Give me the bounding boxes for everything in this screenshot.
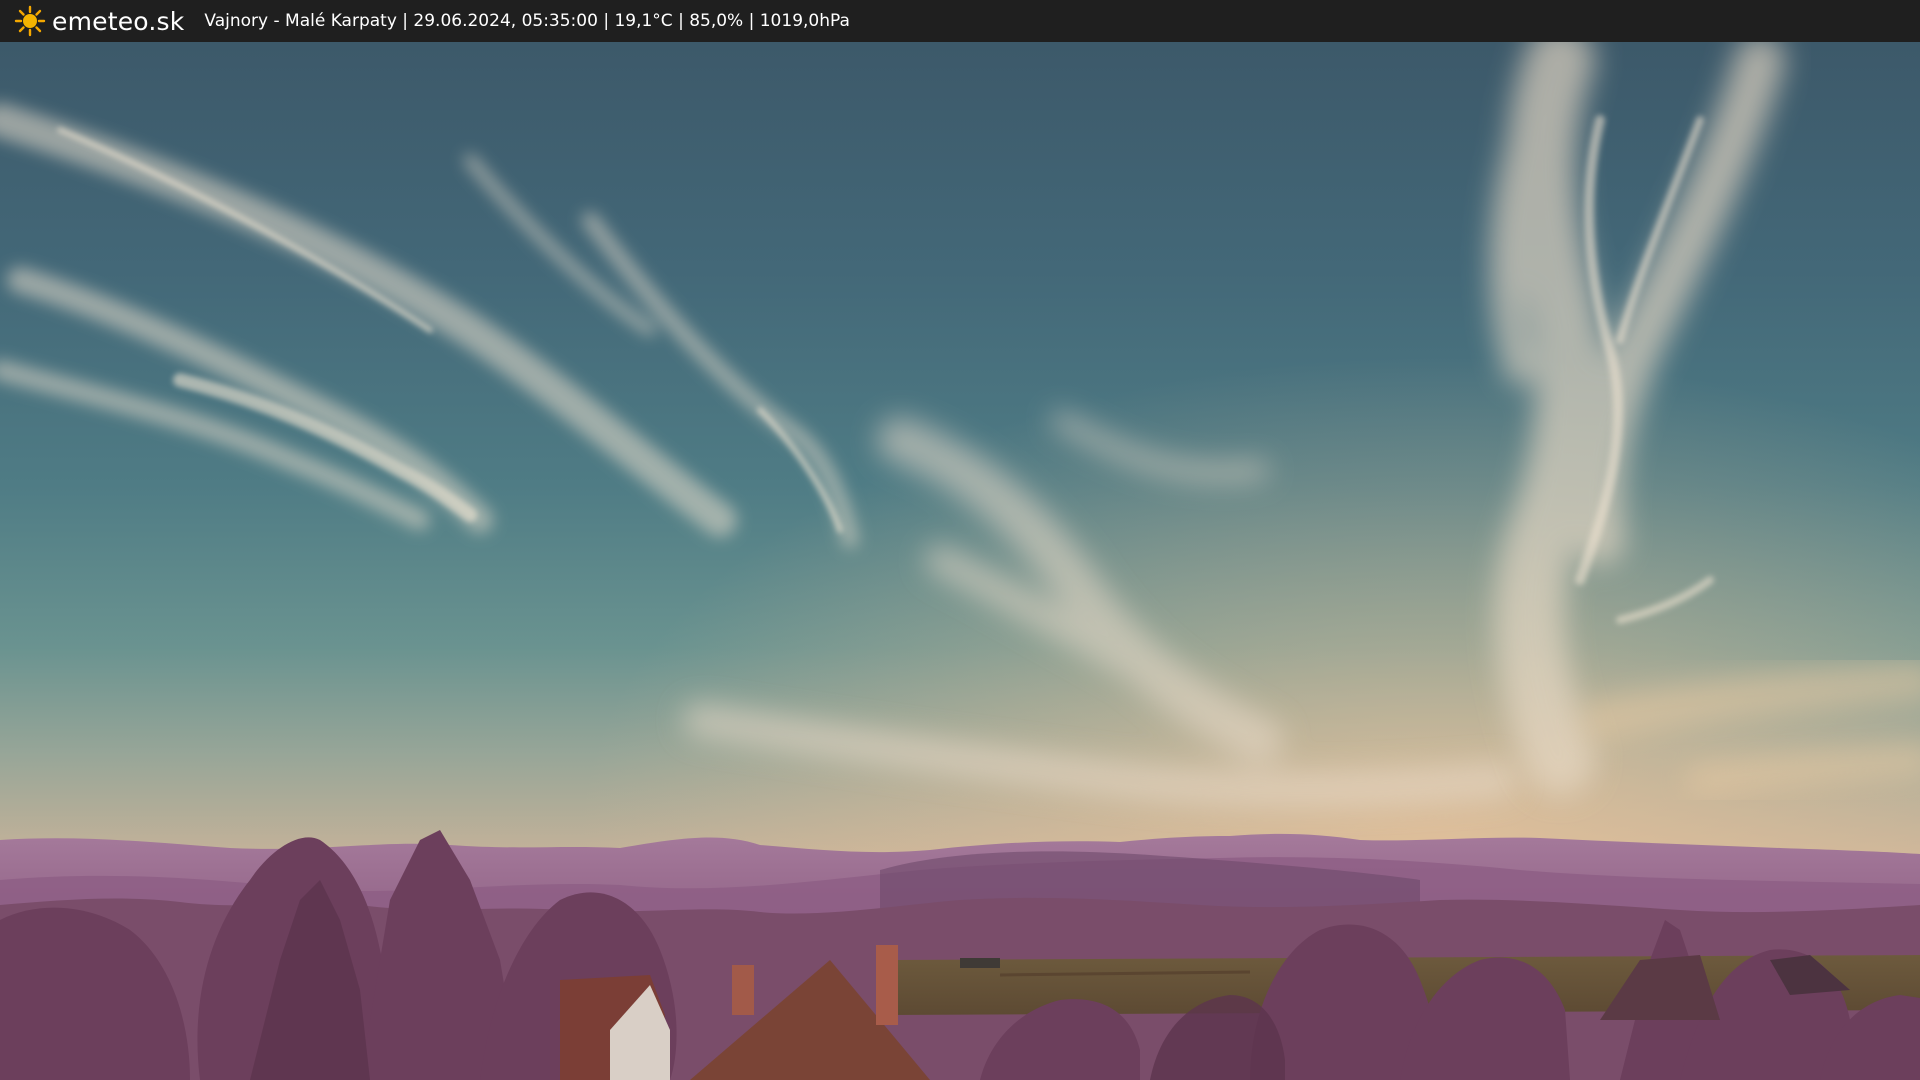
webcam-view: emeteo.sk Vajnory - Malé Karpaty | 29.06… [0, 0, 1920, 1080]
station-info: Vajnory - Malé Karpaty | 29.06.2024, 05:… [204, 11, 850, 31]
webcam-image [0, 0, 1920, 1080]
brand-name: emeteo.sk [52, 6, 185, 36]
webcam-info-bar: emeteo.sk Vajnory - Malé Karpaty | 29.06… [0, 0, 1920, 42]
sun-icon [14, 5, 46, 37]
